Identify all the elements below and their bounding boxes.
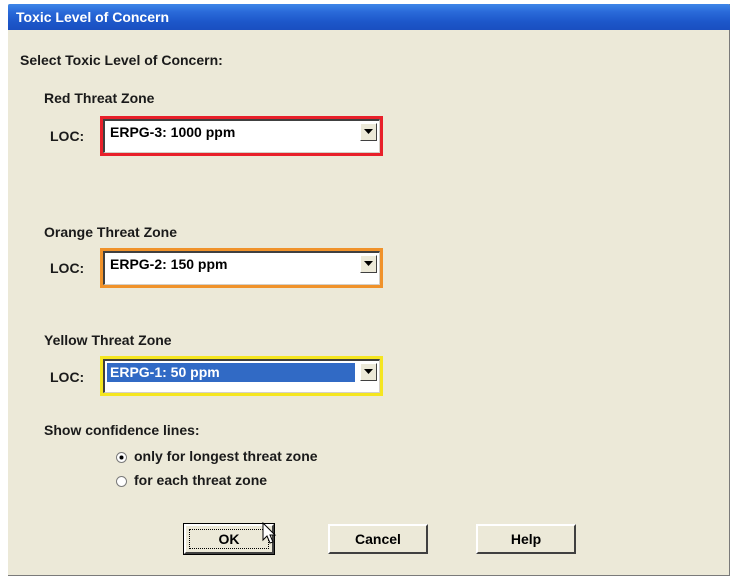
focus-rect <box>189 529 269 549</box>
radio-each-zone[interactable] <box>116 476 127 487</box>
red-loc-select[interactable]: ERPG-3: 1000 ppm <box>103 119 380 153</box>
red-loc-dropdown-button[interactable] <box>360 123 377 141</box>
orange-loc-value: ERPG-2: 150 ppm <box>110 256 228 272</box>
yellow-loc-select[interactable]: ERPG-1: 50 ppm <box>103 359 380 393</box>
red-zone-title: Red Threat Zone <box>44 90 155 106</box>
chevron-down-icon <box>364 261 373 266</box>
chevron-down-icon <box>364 129 373 134</box>
mouse-pointer-icon <box>262 522 277 544</box>
yellow-loc-dropdown-button[interactable] <box>360 363 377 381</box>
yellow-zone-title: Yellow Threat Zone <box>44 332 172 348</box>
select-loc-heading: Select Toxic Level of Concern: <box>20 52 223 68</box>
radio-each-zone-label[interactable]: for each threat zone <box>134 472 267 488</box>
yellow-loc-value: ERPG-1: 50 ppm <box>107 363 355 382</box>
orange-loc-frame: ERPG-2: 150 ppm <box>100 248 383 288</box>
red-loc-frame: ERPG-3: 1000 ppm <box>100 116 383 156</box>
yellow-loc-label: LOC: <box>50 369 85 385</box>
help-button[interactable]: Help <box>476 524 576 554</box>
orange-loc-select[interactable]: ERPG-2: 150 ppm <box>103 251 380 285</box>
cancel-button[interactable]: Cancel <box>328 524 428 554</box>
orange-zone-title: Orange Threat Zone <box>44 224 178 240</box>
yellow-loc-frame: ERPG-1: 50 ppm <box>100 356 383 396</box>
red-loc-value: ERPG-3: 1000 ppm <box>110 124 236 140</box>
confidence-lines-label: Show confidence lines: <box>44 422 200 438</box>
red-loc-label: LOC: <box>50 128 85 144</box>
orange-loc-dropdown-button[interactable] <box>360 255 377 273</box>
chevron-down-icon <box>364 369 373 374</box>
radio-longest-zone-label[interactable]: only for longest threat zone <box>134 448 318 464</box>
toxic-loc-dialog: Toxic Level of Concern Select Toxic Leve… <box>8 4 730 576</box>
ok-button[interactable]: OK <box>183 523 275 555</box>
dialog-title: Toxic Level of Concern <box>8 4 730 30</box>
orange-loc-label: LOC: <box>50 260 85 276</box>
radio-longest-zone[interactable] <box>116 452 127 463</box>
